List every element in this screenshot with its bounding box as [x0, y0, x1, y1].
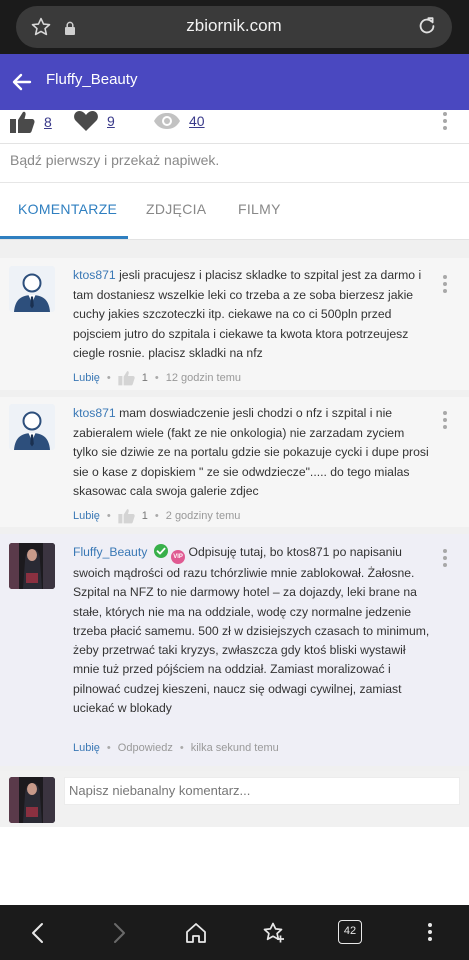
comment-author[interactable]: ktos871	[73, 268, 116, 282]
like-link[interactable]: Lubię	[73, 372, 100, 384]
tab-komentarze[interactable]: KOMENTARZE	[18, 201, 117, 217]
comment-text: jesli pracujesz i placisz skladke to szp…	[73, 268, 422, 361]
comment-time: 2 godziny temu	[165, 510, 241, 522]
comment-meta: Lubię • 1 • 12 godzin temu	[73, 370, 241, 386]
forward-icon[interactable]	[105, 920, 131, 946]
separator-dot: •	[106, 510, 111, 522]
back-icon[interactable]	[26, 920, 52, 946]
comment-options-icon[interactable]	[442, 411, 448, 429]
browser-toolbar: zbiornik.com	[0, 0, 469, 54]
home-icon[interactable]	[183, 920, 209, 946]
address-bar[interactable]: zbiornik.com	[16, 6, 452, 48]
separator-dot: •	[154, 510, 159, 522]
thumbs-up-icon	[118, 509, 135, 524]
url-text: zbiornik.com	[186, 16, 282, 35]
comment-body: ktos871 jesli pracujesz i placisz skladk…	[73, 266, 431, 364]
compose-row: Napisz niebanalny komentarz...	[0, 771, 469, 827]
eye-icon	[154, 113, 180, 129]
separator-dot: •	[106, 742, 111, 754]
hearts-count[interactable]: 9	[107, 113, 115, 129]
comment-body: Fluffy_Beauty VIP Odpisuję tutaj, bo kto…	[73, 543, 431, 718]
tab-zdjecia[interactable]: ZDJĘCIA	[146, 201, 206, 217]
reply-link[interactable]: Odpowiedz	[118, 742, 173, 754]
comment-options-icon[interactable]	[442, 549, 448, 567]
comment-item: ktos871 jesli pracujesz i placisz skladk…	[0, 258, 469, 390]
comment-meta: Lubię • Odpowiedz • kilka sekund temu	[73, 742, 279, 754]
avatar[interactable]	[9, 404, 55, 450]
page-bottom-space	[0, 830, 469, 905]
page-title: Fluffy_Beauty	[46, 71, 138, 88]
more-options-icon[interactable]	[442, 112, 448, 130]
comment-author[interactable]: ktos871	[73, 406, 116, 420]
browser-bottom-nav: 42	[0, 905, 469, 960]
avatar[interactable]	[9, 543, 55, 589]
stats-row: 8 9 40	[0, 108, 469, 144]
comment-text: Odpisuję tutaj, bo ktos871 po napisaniu …	[73, 545, 430, 716]
profile-header: Fluffy_Beauty	[0, 54, 469, 110]
comment-body: ktos871 mam doswiadczenie jesli chodzi o…	[73, 404, 431, 502]
tabs-count-button[interactable]: 42	[338, 920, 362, 944]
reload-icon[interactable]	[416, 15, 438, 37]
like-count: 1	[141, 372, 148, 384]
comment-item-owner: Fluffy_Beauty VIP Odpisuję tutaj, bo kto…	[0, 534, 469, 766]
hearts-stat[interactable]: 9	[73, 110, 115, 132]
browser-menu-icon[interactable]	[427, 923, 433, 941]
comment-author[interactable]: Fluffy_Beauty	[73, 545, 147, 559]
thumbs-up-icon	[10, 111, 35, 133]
separator-dot: •	[154, 372, 159, 384]
comment-item: ktos871 mam doswiadczenie jesli chodzi o…	[0, 397, 469, 527]
comment-text: mam doswiadczenie jesli chodzi o nfz i s…	[73, 406, 429, 499]
thumbs-up-icon	[118, 371, 135, 386]
comment-time: 12 godzin temu	[165, 372, 241, 384]
separator-dot: •	[179, 742, 184, 754]
separator-dot: •	[106, 372, 111, 384]
content-tabs: KOMENTARZE ZDJĘCIA FILMY	[0, 183, 469, 239]
bookmarks-icon[interactable]	[260, 920, 286, 946]
comment-time: kilka sekund temu	[190, 742, 279, 754]
avatar	[9, 777, 55, 823]
comment-input[interactable]: Napisz niebanalny komentarz...	[64, 777, 460, 805]
back-arrow-icon[interactable]	[10, 70, 34, 94]
likes-stat[interactable]: 8	[10, 110, 52, 134]
views-count[interactable]: 40	[189, 113, 205, 129]
heart-icon	[74, 111, 98, 131]
comment-meta: Lubię • 1 • 2 godziny temu	[73, 508, 240, 524]
tab-filmy[interactable]: FILMY	[238, 201, 281, 217]
like-link[interactable]: Lubię	[73, 510, 100, 522]
views-stat[interactable]: 40	[153, 112, 205, 130]
avatar[interactable]	[9, 266, 55, 312]
comment-options-icon[interactable]	[442, 275, 448, 293]
tip-prompt[interactable]: Bądź pierwszy i przekaż napiwek.	[10, 152, 219, 168]
likes-count[interactable]: 8	[44, 114, 52, 130]
like-link[interactable]: Lubię	[73, 742, 100, 754]
verified-check-icon	[153, 544, 168, 558]
vip-badge: VIP	[171, 550, 186, 564]
like-count: 1	[141, 510, 148, 522]
